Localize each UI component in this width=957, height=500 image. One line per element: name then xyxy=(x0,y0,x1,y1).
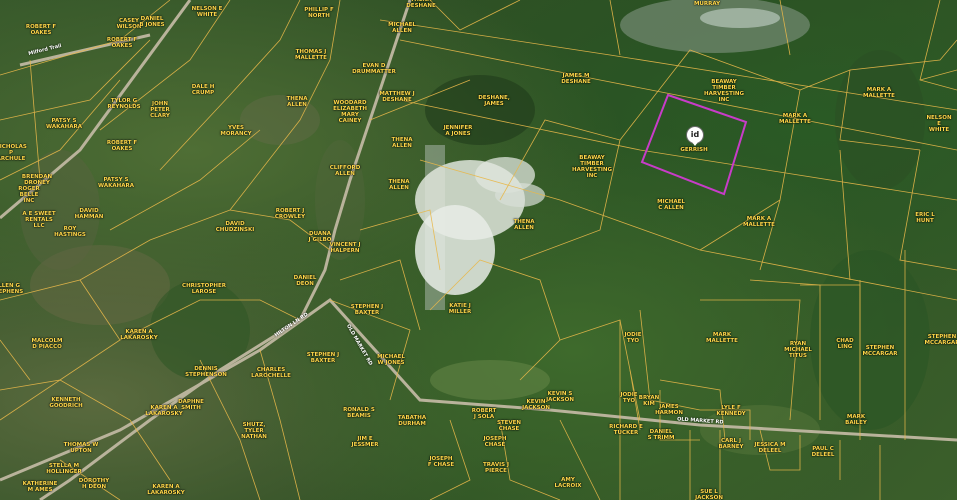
owner-label[interactable]: SHUTZ, TYLER NATHAN xyxy=(241,422,267,440)
owner-label[interactable]: TABATHA DURHAM xyxy=(398,415,426,427)
owner-label[interactable]: BRENDAN DRONEY xyxy=(22,174,52,186)
owner-label[interactable]: RONALD S BEAMIS xyxy=(343,407,375,419)
owner-label[interactable]: NELSON E WHITE xyxy=(926,115,951,133)
owner-label[interactable]: MICHAEL ALLEN xyxy=(388,22,416,34)
owner-label[interactable]: STEPHEN J BAXTER xyxy=(351,304,383,316)
owner-label[interactable]: KENNETH GOODRICH xyxy=(49,397,82,409)
owner-label[interactable]: PATSY S WAKAHARA xyxy=(98,177,134,189)
owner-label[interactable]: DANIEL DEON xyxy=(294,275,317,287)
owner-label[interactable]: ROBERT F OAKES xyxy=(107,140,137,152)
owner-label[interactable]: THENA ALLEN xyxy=(392,137,413,149)
owner-label[interactable]: PATSY S WAKAHARA xyxy=(46,118,82,130)
owner-label[interactable]: RYAN MICHAEL TITUS xyxy=(784,341,812,359)
owner-label[interactable]: MARK A MALLETTE xyxy=(743,216,775,228)
owner-label[interactable]: CHRISTOPHER LAROSE xyxy=(182,283,226,295)
parcel-map[interactable]: Milford Trail HILTON LN RD OLD MARKET RD… xyxy=(0,0,957,500)
owner-label[interactable]: THOMAS W UPTON xyxy=(64,442,99,454)
owner-label[interactable]: KAREN A LAKAROSKY xyxy=(145,405,182,417)
owner-label[interactable]: MATTHEW J DESHANE xyxy=(379,91,414,103)
pin-tail xyxy=(692,142,698,146)
owner-label[interactable]: KAREN A LAKAROSKY xyxy=(120,329,157,341)
owner-label[interactable]: TRAVIS J PIERCE xyxy=(483,462,509,474)
owner-label[interactable]: JODIE TYO xyxy=(620,392,637,404)
owner-label[interactable]: DALE H CRUMP xyxy=(192,84,215,96)
owner-label[interactable]: MICHAEL C ALLEN xyxy=(657,199,685,211)
owner-label[interactable]: DOROTHY H DEON xyxy=(79,478,110,490)
owner-label[interactable]: JOHN PETER CLARY xyxy=(150,101,170,119)
owner-label[interactable]: BEAWAY TIMBER HARVESTING INC xyxy=(572,155,612,179)
owner-label[interactable]: MARK A MALLETTE xyxy=(779,113,811,125)
owner-label[interactable]: DENNIS STEPHENSON xyxy=(185,366,227,378)
owner-label[interactable]: CHAD LING xyxy=(836,338,853,350)
owner-label[interactable]: LYLE F KENNEDY xyxy=(716,405,745,417)
owner-label[interactable]: MARK BAILEY xyxy=(845,414,867,426)
owner-label[interactable]: JOSEPH F CHASE xyxy=(428,456,454,468)
owner-label[interactable]: ERIC L HUNT xyxy=(915,212,935,224)
owner-label[interactable]: JAMES M DESHANE xyxy=(561,73,591,85)
owner-label[interactable]: STELLA M HOLLINGER xyxy=(46,463,81,475)
owner-label[interactable]: PAUL C DELEEL xyxy=(812,446,835,458)
owner-label[interactable]: JOSEPH CHASE xyxy=(483,436,506,448)
owner-label[interactable]: ROBERT F OAKES xyxy=(26,24,56,36)
owner-label[interactable]: THENA ALLEN xyxy=(389,179,410,191)
owner-label[interactable]: SUE L JACKSON xyxy=(695,489,723,500)
owner-label[interactable]: BEAWAY TIMBER HARVESTING INC xyxy=(704,79,744,103)
map-overlay xyxy=(0,0,957,500)
owner-label[interactable]: MARK MALLETTE xyxy=(706,332,738,344)
owner-label[interactable]: STEPHEN J BAXTER xyxy=(307,352,339,364)
owner-label[interactable]: NELSON E WHITE xyxy=(192,6,223,18)
owner-label[interactable]: CLIFFORD ALLEN xyxy=(330,165,361,177)
owner-label[interactable]: KATHERINE M AMES xyxy=(23,481,58,493)
owner-label[interactable]: ROBERT J CROWLEY xyxy=(275,208,305,220)
owner-label[interactable]: JODIE TYO xyxy=(624,332,641,344)
owner-label[interactable]: YVES MORANCY xyxy=(220,125,251,137)
owner-label[interactable]: DESHANE, JAMES xyxy=(478,95,510,107)
owner-label[interactable]: STEPHEN MCCARGAR xyxy=(924,334,957,346)
owner-label[interactable]: MICHAEL W JONES xyxy=(377,354,405,366)
owner-label[interactable]: THENA ALLEN xyxy=(514,219,535,231)
owner-label[interactable]: ROBERT F OAKES xyxy=(107,37,137,49)
owner-label[interactable]: ROGER BELLE INC xyxy=(18,186,39,204)
owner-label[interactable]: JAMES HARMON xyxy=(655,404,683,416)
owner-label[interactable]: MALCOLM D PIACCO xyxy=(32,338,63,350)
owner-label[interactable]: DANIEL S TRIMM xyxy=(648,429,675,441)
owner-label[interactable]: DUANA J GILBO xyxy=(309,231,332,243)
owner-label[interactable]: ROY HASTINGS xyxy=(54,226,86,238)
owner-label[interactable]: DANIEL B JONES xyxy=(139,16,164,28)
owner-label[interactable]: ROBERT J SOLA xyxy=(472,408,497,420)
owner-label[interactable]: MURRAY xyxy=(694,1,720,7)
owner-label[interactable]: CASEY WILSON xyxy=(117,18,142,30)
owner-label[interactable]: RICHARD E TUCKER xyxy=(609,424,643,436)
owner-label[interactable]: DAVID CHUDZINSKI xyxy=(216,221,255,233)
owner-label[interactable]: MARK A MALLETTE xyxy=(863,87,895,99)
owner-label[interactable]: CARL J BARNEY xyxy=(718,438,743,450)
owner-label[interactable]: EVAN D DRUMMATTER xyxy=(352,63,396,75)
owner-label[interactable]: CHARLES LAROCHELLE xyxy=(251,367,291,379)
owner-label[interactable]: JESSICA M DELEEL xyxy=(754,442,785,454)
owner-label[interactable]: TYLOR G REYNOLDS xyxy=(107,98,140,110)
owner-label[interactable]: THENA DESHANE xyxy=(406,0,436,9)
owner-label[interactable]: THENA ALLEN xyxy=(287,96,308,108)
owner-label[interactable]: WOODARD ELIZABETH MARY CAINEY xyxy=(333,100,367,124)
owner-label[interactable]: THOMAS J MALLETTE xyxy=(295,49,327,61)
owner-label[interactable]: AMY LACROIX xyxy=(555,477,582,489)
owner-label[interactable]: JENNIFER A JONES xyxy=(444,125,473,137)
owner-label[interactable]: KATIE J MILLER xyxy=(449,303,472,315)
owner-label[interactable]: STEPHEN MCCARGAR xyxy=(862,345,897,357)
owner-label[interactable]: STEVEN CHASE xyxy=(497,420,521,432)
owner-label[interactable]: KEVIN JACKSON xyxy=(522,399,550,411)
owner-label[interactable]: KAREN A LAKAROSKY xyxy=(147,484,184,496)
owner-label[interactable]: VINCENT J HALPERN xyxy=(329,242,360,254)
owner-label[interactable]: ALLEN G STEPHENS xyxy=(0,283,23,295)
owner-label[interactable]: DAVID HAMMAN xyxy=(75,208,104,220)
owner-label[interactable]: KEVIN S JACKSON xyxy=(546,391,574,403)
owner-label[interactable]: GERRISH xyxy=(680,147,707,153)
owner-label[interactable]: A E SWEET RENTALS LLC xyxy=(22,211,55,229)
owner-label[interactable]: PHILLIP F NORTH xyxy=(304,7,333,19)
owner-label[interactable]: JIM E JESSMER xyxy=(352,436,379,448)
owner-label[interactable]: NICHOLAS P ARCHULE xyxy=(0,144,27,162)
